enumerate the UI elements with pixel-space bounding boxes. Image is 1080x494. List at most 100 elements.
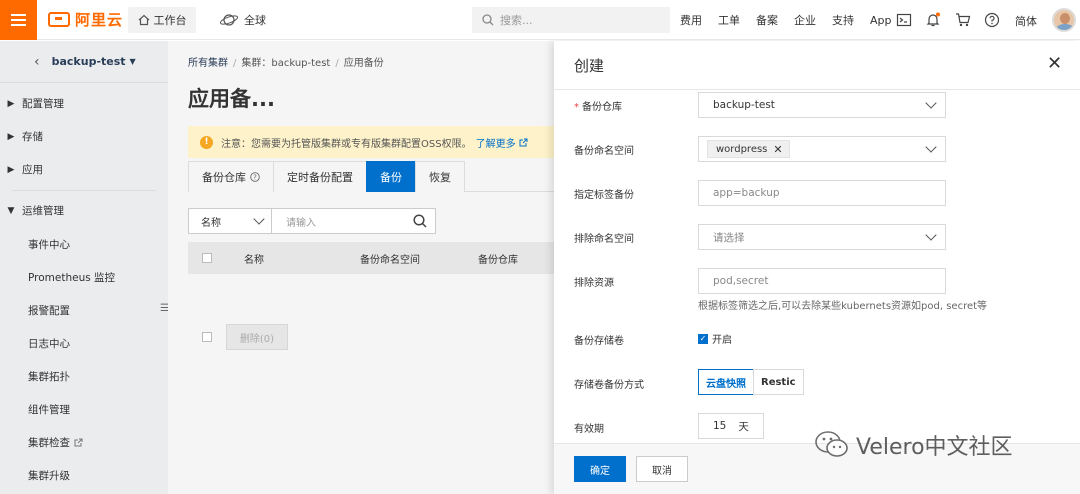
filter-search-input[interactable]: 请输入	[272, 208, 436, 234]
tab-label: 备份	[380, 171, 402, 184]
notice-text: 注意：您需要为托管版集群或专有版集群配置OSS权限。	[221, 138, 472, 150]
sidebar-group-apps[interactable]: ▶ 应用	[0, 153, 168, 186]
bell-icon[interactable]	[925, 12, 941, 28]
tab-backup-repo[interactable]: 备份仓库 ?	[188, 161, 274, 192]
help-icon[interactable]: ?	[250, 172, 260, 182]
ttl-input[interactable]: 15 天	[698, 413, 764, 439]
backup-volumes-checkbox-label: 开启	[712, 335, 732, 346]
search-icon[interactable]	[413, 214, 427, 228]
external-link-icon	[519, 138, 528, 146]
exclude-namespace-select[interactable]: 请选择	[698, 224, 946, 250]
column-name: 名称	[244, 254, 264, 266]
sidebar-group-config[interactable]: ▶ 配置管理	[0, 87, 168, 120]
tab-backup[interactable]: 备份	[366, 161, 416, 192]
hamburger-menu-button[interactable]	[0, 0, 37, 40]
caret-down-icon: ▼	[129, 57, 136, 66]
sidebar-group-storage[interactable]: ▶ 存储	[0, 120, 168, 153]
watermark-text: Velero中文社区	[856, 435, 1013, 460]
sidebar-group-label: 运维管理	[22, 205, 64, 217]
chevron-down-icon	[925, 229, 937, 241]
search-icon	[482, 14, 494, 26]
nav-link-app[interactable]: App	[870, 14, 892, 27]
remove-tag-icon[interactable]: ✕	[773, 143, 782, 156]
sidebar-item-topology[interactable]: 集群拓扑	[28, 369, 70, 384]
global-search-input[interactable]: 搜索...	[472, 7, 670, 33]
sidebar-item-label: 集群检查	[28, 437, 70, 449]
chevron-left-icon[interactable]: ‹	[34, 54, 40, 70]
column-namespace: 备份命名空间	[360, 254, 420, 266]
confirm-button[interactable]: 确定	[574, 456, 626, 482]
select-all-checkbox[interactable]	[202, 253, 212, 263]
aliyun-logo[interactable]: 阿里云	[48, 9, 123, 30]
delete-button[interactable]: 删除(0)	[226, 324, 288, 350]
globe-icon	[220, 14, 238, 26]
filter-placeholder: 请输入	[286, 217, 316, 229]
sidebar-item-logs[interactable]: 日志中心	[28, 336, 70, 351]
breadcrumb-cluster[interactable]: 集群：backup-test	[241, 58, 330, 69]
close-icon[interactable]: ✕	[1047, 55, 1062, 73]
workbench-label: 工作台	[153, 14, 187, 27]
caret-down-icon: ▼	[7, 205, 15, 216]
sidebar-group-label: 存储	[22, 131, 43, 143]
sidebar-item-prometheus[interactable]: Prometheus 监控	[28, 270, 115, 285]
checkbox-checked-icon[interactable]: ✓	[698, 333, 708, 344]
cart-icon[interactable]	[955, 12, 971, 28]
namespace-label: 备份命名空间	[574, 146, 634, 157]
terminal-icon[interactable]	[896, 12, 912, 28]
nav-link-ticket[interactable]: 工单	[718, 12, 740, 28]
table-header: 名称 备份命名空间 备份仓库	[188, 242, 554, 274]
drawer-divider	[554, 89, 1080, 90]
sidebar-item-cluster-check[interactable]: 集群检查	[28, 435, 83, 450]
chevron-down-icon	[925, 141, 937, 153]
tab-label: 定时备份配置	[287, 171, 353, 184]
caret-right-icon: ▶	[7, 98, 15, 109]
help-icon[interactable]	[984, 12, 1000, 28]
tab-label: 备份仓库	[202, 171, 246, 184]
exclude-resources-hint: 根据标签筛选之后,可以去除某些kubernets资源如pod, secret等	[698, 301, 988, 312]
workbench-button[interactable]: 工作台	[128, 7, 196, 33]
tab-scheduled-backup[interactable]: 定时备份配置	[273, 161, 367, 192]
footer-select-checkbox[interactable]	[202, 332, 212, 342]
sidebar-divider	[12, 190, 156, 191]
label-selector-input[interactable]: app=backup	[698, 180, 946, 206]
label-selector-placeholder: app=backup	[713, 187, 780, 199]
sidebar-group-ops[interactable]: ▼ 运维管理	[0, 194, 168, 227]
nav-link-fee[interactable]: 费用	[680, 12, 702, 28]
repo-select-value: backup-test	[713, 99, 775, 111]
filter-field-select[interactable]: 名称	[188, 208, 272, 234]
nav-link-enterprise[interactable]: 企业	[794, 12, 816, 28]
method-option-snapshot[interactable]: 云盘快照	[698, 369, 754, 395]
sidebar-item-upgrade[interactable]: 集群升级	[28, 468, 70, 483]
exclude-resources-input[interactable]: pod,secret	[698, 268, 946, 294]
cancel-button[interactable]: 取消	[636, 456, 688, 482]
page-title: 应用备...	[188, 87, 275, 111]
method-option-restic[interactable]: Restic	[753, 369, 804, 395]
nav-link-icp[interactable]: 备案	[756, 12, 778, 28]
repo-select[interactable]: backup-test	[698, 92, 946, 118]
sidebar-item-alerts[interactable]: 报警配置	[28, 303, 70, 318]
ttl-unit: 天	[738, 420, 749, 433]
region-selector[interactable]: 全球	[220, 7, 266, 33]
language-switch[interactable]: 简体	[1015, 13, 1037, 29]
sidebar: ‹ backup-test ▼ ▶ 配置管理 ▶ 存储 ▶ 应用 ▼ 运维管理 事件中心…	[0, 41, 169, 494]
namespace-select[interactable]: wordpress ✕	[698, 136, 946, 162]
backup-volumes-toggle[interactable]: ✓ 开启	[698, 331, 732, 346]
breadcrumb-current: 应用备份	[343, 58, 384, 69]
sidebar-item-events[interactable]: 事件中心	[28, 237, 70, 252]
chevron-down-icon	[253, 213, 265, 225]
sidebar-group-label: 配置管理	[22, 98, 64, 110]
tab-restore[interactable]: 恢复	[415, 161, 465, 192]
learn-more-link[interactable]: 了解更多	[476, 135, 516, 150]
namespace-tag-label: wordpress	[716, 143, 768, 155]
sidebar-item-components[interactable]: 组件管理	[28, 402, 70, 417]
user-avatar[interactable]	[1052, 8, 1076, 32]
wechat-icon	[815, 431, 848, 457]
nav-link-support[interactable]: 支持	[832, 12, 854, 28]
column-repo: 备份仓库	[478, 254, 518, 266]
breadcrumb-all-clusters[interactable]: 所有集群	[188, 58, 228, 69]
repo-label-text: 备份仓库	[582, 102, 622, 113]
exclude-resources-placeholder: pod,secret	[713, 275, 769, 287]
watermark: Velero中文社区	[814, 429, 1013, 461]
cluster-switcher[interactable]: ‹ backup-test ▼	[0, 41, 168, 83]
main-content: 所有集群 / 集群：backup-test / 应用备份 应用备... ! 注意：您需要…	[168, 41, 554, 494]
